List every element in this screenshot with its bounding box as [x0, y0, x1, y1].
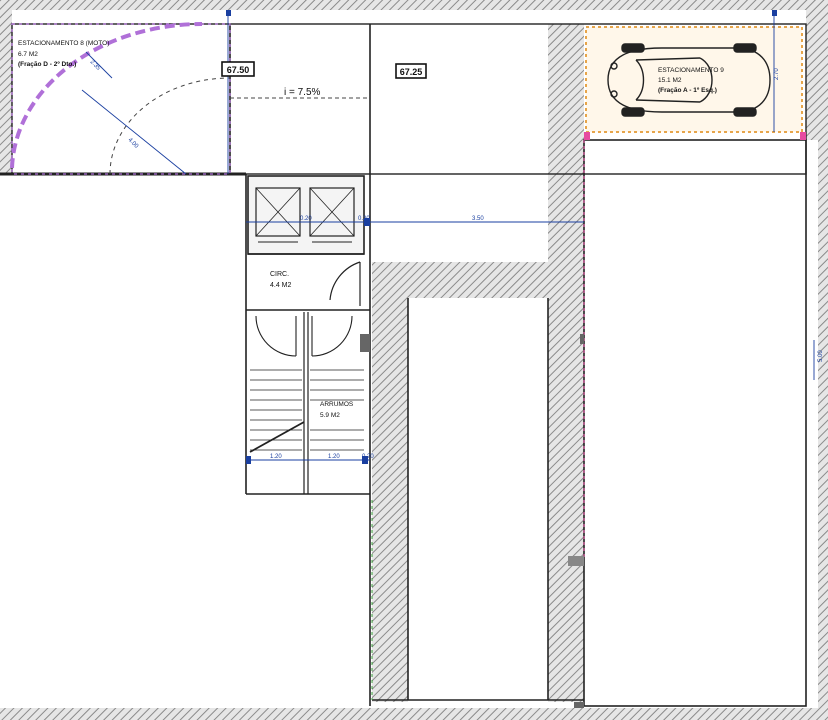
circulation-door: [246, 261, 370, 311]
dim-radius-b: 4.00: [127, 137, 140, 150]
dim-small-c: 0.20: [362, 454, 374, 460]
storage-name: ARRUMOS: [320, 401, 354, 408]
car-parking-owner: (Fração A - 1º Esq.): [658, 87, 717, 94]
level-tag-left: 67.50: [221, 61, 255, 77]
dim-radius-a: 2.35: [89, 59, 102, 72]
moto-parking-area: 6.7 M2: [18, 51, 38, 58]
car-parking-area: 15.1 M2: [658, 77, 682, 84]
floor-plan: 67.50 67.25 i = 7.5% ESTACIONAMENTO 8 (M…: [0, 0, 828, 720]
elevator-shafts: [247, 175, 365, 255]
circulation-area: 4.4 M2: [270, 282, 292, 289]
dim-stair-left: 1.20: [270, 454, 282, 460]
circulation-name: CIRC.: [270, 271, 289, 278]
dim-parking-side: 2.70: [774, 68, 780, 80]
moto-parking-name: ESTACIONAMENTO 8 (MOTO): [18, 40, 109, 47]
level-left-text: 67.50: [227, 65, 250, 75]
dim-right-edge: 5.00: [818, 350, 824, 362]
parking-bay-9: [584, 26, 806, 140]
dim-small-b: 0.20: [358, 216, 370, 222]
dim-corridor: 3.50: [472, 216, 484, 222]
moto-parking-owner: (Fração D - 2º Dto.): [18, 61, 76, 68]
level-right-text: 67.25: [400, 67, 423, 77]
dim-stair-right: 1.20: [328, 454, 340, 460]
dim-small-a: 0.20: [300, 216, 312, 222]
slope-label: i = 7.5%: [284, 87, 321, 98]
level-tag-right: 67.25: [395, 63, 427, 79]
storage-area: 5.9 M2: [320, 412, 340, 419]
car-parking-name: ESTACIONAMENTO 9: [658, 67, 724, 74]
